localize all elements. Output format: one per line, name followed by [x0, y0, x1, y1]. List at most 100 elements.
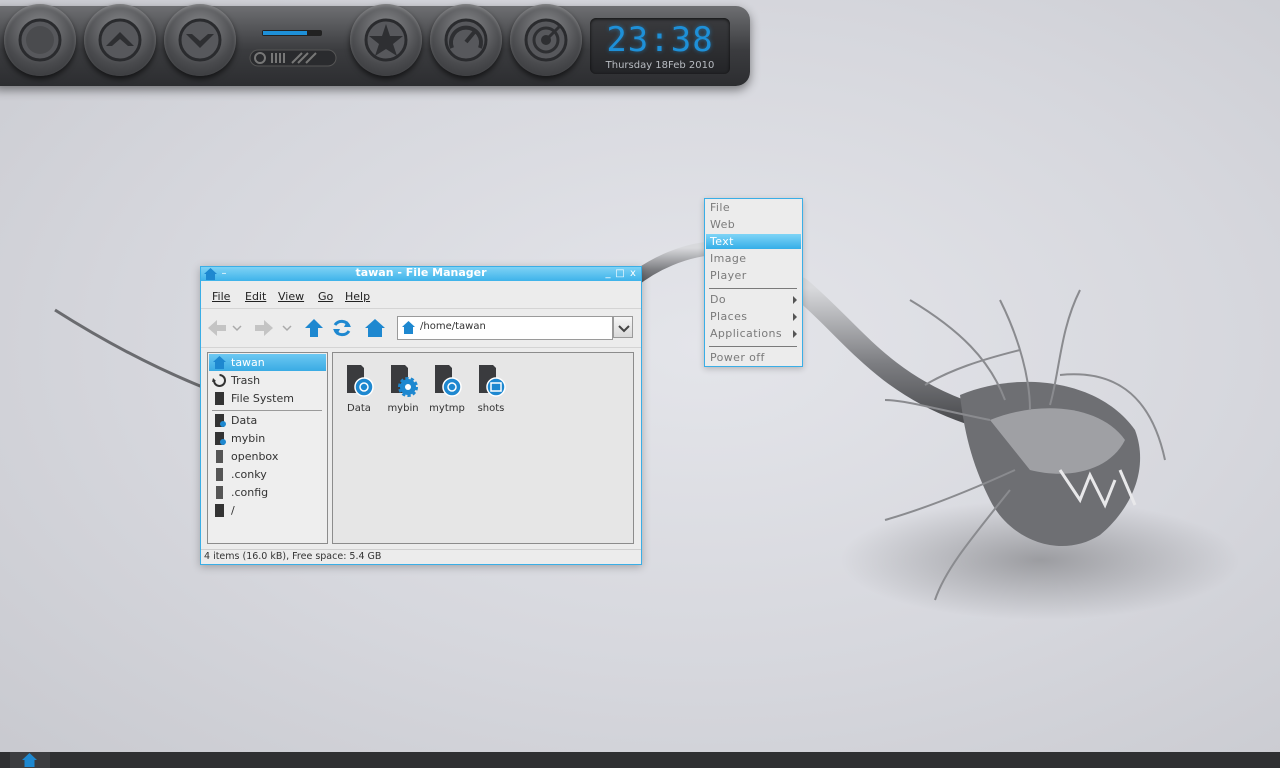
- menu-item-label: Player: [710, 269, 747, 282]
- folder-icon: [215, 414, 226, 427]
- status-text: 4 items (16.0 kB), Free space: 5.4 GB: [204, 551, 382, 562]
- sidebar-item-openbox[interactable]: openbox: [209, 448, 326, 465]
- menu-item-web[interactable]: Web: [706, 217, 801, 232]
- sidebar-item-label: .conky: [231, 468, 267, 481]
- window-title: tawan - File Manager: [355, 266, 487, 279]
- file-item-shots[interactable]: shots: [469, 363, 513, 415]
- menu-item-label: Web: [710, 218, 736, 231]
- dock-down-button[interactable]: [164, 4, 236, 76]
- back-history-button[interactable]: [231, 317, 243, 339]
- file-item-label: mybin: [387, 403, 419, 414]
- title-bar[interactable]: – tawan - File Manager _ □ x: [201, 266, 641, 281]
- sidebar-item-mybin[interactable]: mybin: [209, 430, 326, 447]
- file-item-label: mytmp: [429, 403, 465, 414]
- up-arrow-icon: [305, 319, 323, 337]
- forward-arrow-icon: [255, 320, 273, 336]
- menu-item-file[interactable]: File: [706, 200, 801, 215]
- sidebar-item-file-system[interactable]: File System: [209, 390, 326, 407]
- sidebar-item-data[interactable]: Data: [209, 412, 326, 429]
- menu-item-applications[interactable]: Applications: [706, 326, 801, 341]
- back-button[interactable]: [206, 317, 228, 339]
- folder-gear-icon: [215, 432, 226, 445]
- address-text: /home/tawan: [420, 321, 486, 332]
- file-view: Data mybin mytmp shots: [332, 352, 634, 544]
- reload-button[interactable]: [331, 317, 353, 339]
- sidebar-item-label: mybin: [231, 432, 266, 445]
- meter-icon: [249, 30, 337, 67]
- submenu-arrow-icon: [793, 296, 797, 304]
- sidebar-item-root[interactable]: /: [209, 502, 326, 519]
- submenu-arrow-icon: [793, 330, 797, 338]
- folder-image-icon: [479, 365, 506, 397]
- address-dropdown-button[interactable]: [613, 316, 633, 338]
- menu-item-player[interactable]: Player: [706, 268, 801, 283]
- menu-bar: File Edit View Go Help: [201, 282, 641, 309]
- menu-item-text[interactable]: Text: [706, 234, 801, 249]
- home-button[interactable]: [364, 317, 386, 339]
- chevron-down-icon: [178, 18, 222, 62]
- home-icon: [402, 321, 415, 334]
- dropdown-icon: [232, 325, 242, 332]
- menu-file[interactable]: File: [212, 290, 230, 303]
- drive-icon: [215, 504, 224, 517]
- clock-widget: 23:38 Thursday 18Feb 2010: [590, 18, 730, 74]
- folder-link-icon: [435, 365, 462, 397]
- dock-target-button[interactable]: [510, 4, 582, 76]
- context-menu: File Web Text Image Player Do Places App…: [704, 198, 803, 367]
- sidebar-item-config[interactable]: .config: [209, 484, 326, 501]
- close-button[interactable]: x: [628, 268, 638, 280]
- menu-view[interactable]: View: [278, 290, 304, 303]
- menu-item-label: Power off: [710, 351, 765, 364]
- menu-item-label: File: [710, 201, 731, 214]
- menu-item-power-off[interactable]: Power off: [706, 350, 801, 365]
- menu-item-label: Image: [710, 252, 747, 265]
- forward-history-button[interactable]: [281, 317, 293, 339]
- menu-separator: [709, 288, 797, 289]
- target-icon: [524, 18, 568, 62]
- sidebar-item-conky[interactable]: .conky: [209, 466, 326, 483]
- dock-gauge-button[interactable]: [430, 4, 502, 76]
- dock-ring-button[interactable]: [4, 4, 76, 76]
- menu-help[interactable]: Help: [345, 290, 370, 303]
- sidebar-item-label: Data: [231, 414, 258, 427]
- trash-icon: [212, 374, 226, 387]
- forward-button[interactable]: [253, 317, 275, 339]
- file-item-mybin[interactable]: mybin: [381, 363, 425, 415]
- file-item-mytmp[interactable]: mytmp: [425, 363, 469, 415]
- sidebar-item-label: /: [231, 504, 235, 517]
- home-icon: [213, 356, 226, 369]
- file-item-label: Data: [347, 403, 371, 414]
- sidebar-item-label: File System: [231, 392, 294, 405]
- menu-edit[interactable]: Edit: [245, 290, 266, 303]
- address-bar[interactable]: /home/tawan: [397, 316, 613, 340]
- folder-link-icon: [347, 365, 374, 397]
- menu-separator: [709, 346, 797, 347]
- taskbar-home-button[interactable]: [10, 752, 50, 768]
- toolbar: /home/tawan: [201, 309, 641, 348]
- menu-go[interactable]: Go: [318, 290, 333, 303]
- maximize-button[interactable]: □: [615, 268, 625, 280]
- dock-up-button[interactable]: [84, 4, 156, 76]
- folder-icon: [216, 450, 223, 463]
- sidebar-item-tawan[interactable]: tawan: [209, 354, 326, 371]
- dropdown-icon: [282, 325, 292, 332]
- up-button[interactable]: [303, 317, 325, 339]
- minimize-button[interactable]: _: [603, 268, 613, 280]
- home-icon: [22, 753, 37, 767]
- file-item-data[interactable]: Data: [337, 363, 381, 415]
- sidebar-item-trash[interactable]: Trash: [209, 372, 326, 389]
- dock-meter[interactable]: [246, 22, 338, 70]
- menu-item-label: Places: [710, 310, 748, 323]
- dock-star-button[interactable]: [350, 4, 422, 76]
- menu-item-do[interactable]: Do: [706, 292, 801, 307]
- menu-item-image[interactable]: Image: [706, 251, 801, 266]
- folder-gear-icon: [391, 365, 418, 397]
- folder-icon: [216, 486, 223, 499]
- menu-item-label: Do: [710, 293, 727, 306]
- clock-time: 23:38: [606, 20, 714, 60]
- sidebar-item-label: openbox: [231, 450, 279, 463]
- submenu-arrow-icon: [793, 313, 797, 321]
- menu-item-places[interactable]: Places: [706, 309, 801, 324]
- pane-splitter[interactable]: [327, 352, 331, 542]
- sidebar-item-label: .config: [231, 486, 269, 499]
